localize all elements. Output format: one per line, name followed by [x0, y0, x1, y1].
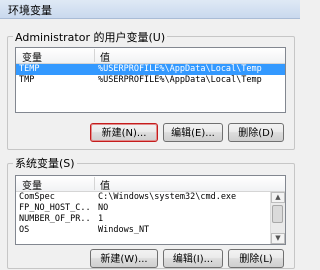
scroll-up-icon[interactable]: ▲	[271, 192, 285, 203]
table-row[interactable]: FP_NO_HOST_C... NO	[16, 203, 285, 214]
table-row[interactable]: NUMBER_OF_PR... 1	[16, 214, 285, 225]
variable-name: NUMBER_OF_PR...	[19, 214, 91, 224]
scroll-down-icon[interactable]: ▼	[271, 233, 285, 244]
variable-name: ComSpec	[19, 192, 55, 202]
variable-name: TMP	[19, 75, 35, 85]
system-variables-list[interactable]: 变量 值 ComSpec C:\Windows\system32\cmd.exe…	[15, 175, 286, 245]
system-new-button[interactable]: 新建(W)...	[90, 249, 158, 268]
column-header-variable[interactable]: 变量	[22, 177, 42, 192]
variable-name: TEMP	[19, 64, 40, 74]
list-header: 变量 值	[16, 48, 285, 64]
system-delete-button[interactable]: 删除(L)	[228, 249, 284, 268]
scroll-thumb[interactable]	[272, 205, 283, 223]
column-separator[interactable]	[94, 177, 95, 190]
table-row[interactable]: OS Windows_NT	[16, 225, 285, 236]
user-variables-legend: Administrator 的用户变量(U)	[13, 29, 168, 45]
title-bar[interactable]: 环境变量	[0, 0, 300, 19]
user-new-button[interactable]: 新建(N)...	[90, 123, 158, 142]
variable-value: %USERPROFILE%\AppData\Local\Temp	[98, 75, 262, 85]
variable-value: Windows_NT	[98, 225, 150, 235]
column-header-variable[interactable]: 变量	[22, 49, 42, 64]
column-header-value[interactable]: 值	[100, 49, 110, 64]
column-header-value[interactable]: 值	[100, 177, 110, 192]
table-row[interactable]: ComSpec C:\Windows\system32\cmd.exe	[16, 192, 285, 203]
vertical-scrollbar[interactable]: ▲ ▼	[270, 192, 285, 244]
variable-name: OS	[19, 225, 30, 235]
window-title: 环境变量	[8, 4, 52, 17]
user-delete-button[interactable]: 删除(D)	[228, 123, 284, 142]
table-row[interactable]: TMP %USERPROFILE%\AppData\Local\Temp	[16, 75, 285, 86]
column-separator[interactable]	[94, 49, 95, 62]
variable-value: C:\Windows\system32\cmd.exe	[98, 192, 237, 202]
variable-value: %USERPROFILE%\AppData\Local\Temp	[98, 64, 262, 74]
system-edit-button[interactable]: 编辑(I)...	[163, 249, 223, 268]
user-edit-button[interactable]: 编辑(E)...	[163, 123, 223, 142]
variable-name: FP_NO_HOST_C...	[19, 203, 91, 213]
variable-value: NO	[98, 203, 109, 213]
list-header: 变量 值	[16, 176, 285, 192]
user-variables-list[interactable]: 变量 值 TEMP %USERPROFILE%\AppData\Local\Te…	[15, 47, 286, 113]
table-row[interactable]: TEMP %USERPROFILE%\AppData\Local\Temp	[16, 64, 285, 75]
system-variables-legend: 系统变量(S)	[13, 155, 77, 171]
variable-value: 1	[98, 214, 104, 224]
